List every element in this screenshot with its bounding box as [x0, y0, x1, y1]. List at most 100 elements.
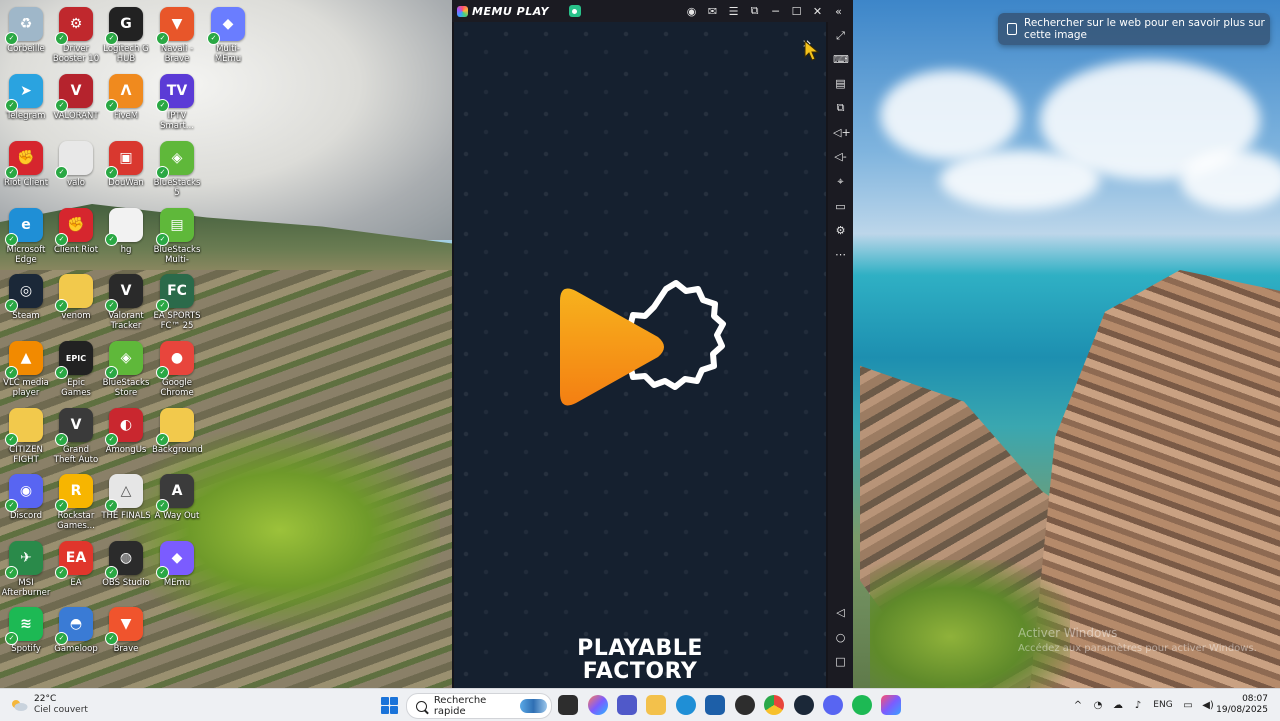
desktop-icon-gameloop[interactable]: ◓ ✓ Gameloop	[51, 604, 101, 654]
restore-icon[interactable]: ⧉	[744, 0, 765, 22]
edge-taskbar-icon[interactable]	[676, 695, 696, 715]
desktop-icon-bluestacks-store[interactable]: ◈ ✓ BlueStacks Store	[101, 338, 151, 398]
desktop-icon-ea-fc[interactable]: FC ✓ EA SPORTS FC™ 25	[152, 271, 202, 331]
desktop-icon-telegram[interactable]: ➤ ✓ Telegram	[1, 71, 51, 121]
desktop-icon-ea[interactable]: EA ✓ EA	[51, 538, 101, 588]
chrome-taskbar-icon[interactable]	[764, 695, 784, 715]
desktop-icon-valo-file[interactable]: ✓ valo	[51, 138, 101, 188]
desktop-icon-gta[interactable]: V✓Grand Theft Auto V	[51, 405, 101, 465]
desktop-icon-steam[interactable]: ◎ ✓ Steam	[1, 271, 51, 321]
language-indicator[interactable]: ENG	[1148, 700, 1178, 710]
desktop-icon-label: Gameloop	[54, 644, 98, 654]
desktop-icon-msi[interactable]: ✈ ✓ MSI Afterburner	[1, 538, 51, 598]
hg-icon: ✓	[105, 208, 143, 246]
desktop-icon-driver-booster[interactable]: ⚙ ✓ Driver Booster 10	[51, 4, 101, 64]
copilot-icon[interactable]	[588, 695, 608, 715]
file-explorer-icon[interactable]	[646, 695, 666, 715]
desktop-icon-the-finals[interactable]: △ ✓ THE FINALS	[101, 471, 151, 521]
play-triangle	[560, 288, 664, 406]
desktop-icon-venom[interactable]: ✓ venom	[51, 271, 101, 321]
taskbar-search[interactable]: Recherche rapide	[406, 693, 552, 719]
desktop-icon-memu[interactable]: ◆ ✓ MEmu	[152, 538, 202, 588]
apk-icon[interactable]: ▤	[833, 76, 848, 91]
menu-icon[interactable]: ☰	[723, 0, 744, 22]
desktop-icon-vlc[interactable]: ▲ ✓ VLC media player	[1, 338, 51, 398]
location-icon[interactable]: ⌖	[833, 174, 848, 189]
desktop-icon-douwan[interactable]: ▣ ✓ DouWan	[101, 138, 151, 188]
sync-check-icon: ✓	[156, 499, 169, 512]
desktop-icon-hg[interactable]: ✓ hg	[101, 205, 151, 255]
onedrive-icon[interactable]: ☁	[1108, 700, 1128, 711]
volume-up-icon[interactable]: ◁+	[833, 125, 851, 140]
volume-icon[interactable]: ◀)	[1198, 700, 1218, 711]
teams-icon[interactable]	[617, 695, 637, 715]
tray-expand-icon[interactable]: ^	[1068, 700, 1088, 711]
back-icon[interactable]: ◁	[833, 605, 848, 620]
minimize-icon[interactable]: ─	[765, 0, 786, 22]
keyboard-icon[interactable]: ⌨	[833, 52, 849, 67]
android-screen[interactable]: » PLAYABLE FACTORY	[454, 22, 826, 688]
start-button[interactable]	[381, 697, 398, 714]
desktop-icon-amongus[interactable]: ◐ ✓ AmongUs	[101, 405, 151, 455]
desktop-icon-edge[interactable]: e ✓ Microsoft Edge	[1, 205, 51, 265]
home-icon[interactable]: ○	[833, 630, 848, 645]
desktop-icon-bluestacks-multi[interactable]: ▤✓BlueStacks Multi-Insta...	[152, 205, 202, 265]
obs-taskbar-icon[interactable]	[735, 695, 755, 715]
memu-taskbar-icon[interactable]	[881, 695, 901, 715]
folder-icon[interactable]: ▭	[833, 199, 848, 214]
memu-titlebar[interactable]: MEMU PLAY ◉ ✉ ☰ ⧉ ─ ☐ ✕ «	[452, 0, 853, 22]
store-icon[interactable]	[705, 695, 725, 715]
desktop-icon-label: MEmu	[163, 578, 191, 588]
spotify-taskbar-icon[interactable]	[852, 695, 872, 715]
desktop-icon-spotify[interactable]: ≋ ✓ Spotify	[1, 604, 51, 654]
desktop-icon-a-way-out[interactable]: A ✓ A Way Out	[152, 471, 202, 521]
desktop-icon-epic[interactable]: EPIC✓Epic Games Launcher	[51, 338, 101, 398]
desktop-icon-brave[interactable]: ▼ ✓ Brave	[101, 604, 151, 654]
desktop-icon-valorant[interactable]: V ✓ VALORANT	[51, 71, 101, 121]
desktop-icon-logitech[interactable]: G ✓ Logitech G HUB	[101, 4, 151, 64]
visual-search-tooltip[interactable]: Rechercher sur le web pour en savoir plu…	[998, 13, 1270, 45]
desktop-icon-discord[interactable]: ◉ ✓ Discord	[1, 471, 51, 521]
recents-icon[interactable]: □	[833, 654, 848, 669]
sync-check-icon: ✓	[5, 233, 18, 246]
sync-check-icon: ✓	[105, 166, 118, 179]
microphone-icon[interactable]: ♪	[1128, 700, 1148, 711]
desktop-icon-rockstar[interactable]: R ✓ Rockstar Games...	[51, 471, 101, 531]
weather-widget[interactable]: 22°C Ciel couvert	[10, 694, 88, 716]
tray-app-icon[interactable]: ◔	[1088, 700, 1108, 711]
multi-window-icon[interactable]: ⧉	[833, 100, 848, 115]
desktop-icon-citizen[interactable]: ✓ CITIZEN FIGHT	[1, 405, 51, 465]
desktop-icon-background[interactable]: ✓ Background	[152, 405, 202, 455]
desktop-icon-obs[interactable]: ◍ ✓ OBS Studio	[101, 538, 151, 588]
network-icon[interactable]: ▭	[1178, 700, 1198, 711]
maximize-icon[interactable]: ☐	[786, 0, 807, 22]
desktop-icon-iptv[interactable]: TV ✓ IPTV Smart...	[152, 71, 202, 131]
task-view-icon[interactable]	[558, 695, 578, 715]
desktop-icon-label: hg	[120, 245, 132, 255]
account-icon[interactable]: ◉	[681, 0, 702, 22]
sync-check-icon: ✓	[55, 99, 68, 112]
steam-taskbar-icon[interactable]	[794, 695, 814, 715]
desktop-icon-recycle[interactable]: ♻ ✓ Corbeille	[1, 4, 51, 54]
more-icon[interactable]: ⋯	[833, 247, 848, 262]
desktop-icon-valorant-tracker[interactable]: V ✓ Valorant Tracker	[101, 271, 151, 331]
memu-app-tab[interactable]	[568, 5, 581, 17]
desktop-icon-fivem[interactable]: Λ ✓ FiveM	[101, 71, 151, 121]
desktop-icon-multi-memu[interactable]: ◆ ✓ Multi-MEmu	[203, 4, 253, 64]
desktop-icon-client-riot[interactable]: ✊ ✓ Client Riot	[51, 205, 101, 255]
desktop-icon-chrome[interactable]: ● ✓ Google Chrome	[152, 338, 202, 398]
mail-icon[interactable]: ✉	[702, 0, 723, 22]
desktop-icon-brave-alt[interactable]: ▼ ✓ Navali - Brave	[152, 4, 202, 64]
epic-icon: EPIC ✓	[55, 341, 93, 379]
collapse-sidebar-icon[interactable]: «	[828, 0, 849, 22]
fullscreen-icon[interactable]: ⤢	[833, 28, 848, 43]
close-icon[interactable]: ✕	[807, 0, 828, 22]
discord-taskbar-icon[interactable]	[823, 695, 843, 715]
sync-check-icon: ✓	[207, 32, 220, 45]
desktop-icon-bluestacks5[interactable]: ◈ ✓ BlueStacks 5	[152, 138, 202, 198]
settings-gear-icon[interactable]: ⚙	[833, 223, 848, 238]
taskbar-clock[interactable]: 08:07 19/08/2025	[1216, 694, 1268, 716]
desktop-icon-riot[interactable]: ✊ ✓ Riot Client	[1, 138, 51, 188]
volume-down-icon[interactable]: ◁-	[833, 149, 848, 164]
start-icon	[381, 697, 389, 705]
